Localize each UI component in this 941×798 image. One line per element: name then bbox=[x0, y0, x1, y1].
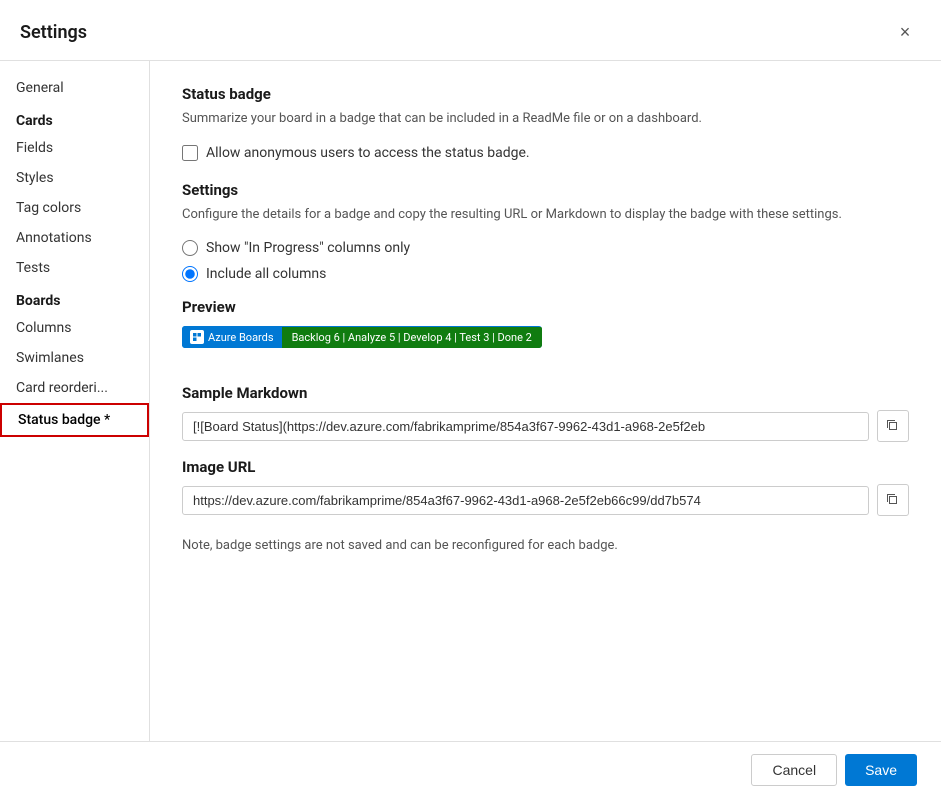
all-columns-radio-label: Include all columns bbox=[206, 266, 326, 282]
status-badge-title: Status badge bbox=[182, 85, 909, 103]
in-progress-radio-label: Show "In Progress" columns only bbox=[206, 240, 410, 256]
in-progress-radio-row: Show "In Progress" columns only bbox=[182, 240, 909, 256]
preview-label: Preview bbox=[182, 298, 909, 316]
anonymous-checkbox-label: Allow anonymous users to access the stat… bbox=[206, 145, 530, 161]
note-text: Note, badge settings are not saved and c… bbox=[182, 536, 909, 556]
sample-markdown-input[interactable] bbox=[182, 412, 869, 441]
sidebar-item-swimlanes[interactable]: Swimlanes bbox=[0, 343, 149, 373]
badge-stats: Backlog 6 | Analyze 5 | Develop 4 | Test… bbox=[282, 327, 542, 348]
sidebar-cards-header: Cards bbox=[0, 103, 149, 133]
sidebar-item-status-badge[interactable]: Status badge * bbox=[0, 403, 149, 437]
settings-section-desc: Configure the details for a badge and co… bbox=[182, 205, 909, 225]
copy-markdown-button[interactable] bbox=[877, 410, 909, 442]
copy-url-button[interactable] bbox=[877, 484, 909, 516]
anonymous-checkbox[interactable] bbox=[182, 145, 198, 161]
cancel-button[interactable]: Cancel bbox=[751, 754, 837, 786]
azure-boards-icon bbox=[190, 330, 204, 344]
preview-badge: Azure Boards Backlog 6 | Analyze 5 | Dev… bbox=[182, 326, 542, 348]
all-columns-radio[interactable] bbox=[182, 266, 198, 282]
sample-markdown-row bbox=[182, 410, 909, 442]
dialog-title: Settings bbox=[20, 22, 87, 43]
image-url-label: Image URL bbox=[182, 458, 909, 476]
sidebar-item-columns[interactable]: Columns bbox=[0, 313, 149, 343]
all-columns-radio-row: Include all columns bbox=[182, 266, 909, 282]
copy-icon bbox=[885, 418, 901, 434]
badge-logo: Azure Boards bbox=[182, 326, 282, 348]
sidebar-item-tag-colors[interactable]: Tag colors bbox=[0, 193, 149, 223]
main-content: Status badge Summarize your board in a b… bbox=[150, 61, 941, 741]
sidebar-item-card-reordering[interactable]: Card reorderi... bbox=[0, 373, 149, 403]
sidebar-item-fields[interactable]: Fields bbox=[0, 133, 149, 163]
sidebar-item-annotations[interactable]: Annotations bbox=[0, 223, 149, 253]
save-button[interactable]: Save bbox=[845, 754, 917, 786]
sidebar: General Cards Fields Styles Tag colors A… bbox=[0, 61, 150, 741]
sidebar-item-tests[interactable]: Tests bbox=[0, 253, 149, 283]
close-button[interactable]: × bbox=[889, 16, 921, 48]
sample-markdown-label: Sample Markdown bbox=[182, 384, 909, 402]
copy-url-icon bbox=[885, 492, 901, 508]
in-progress-radio[interactable] bbox=[182, 240, 198, 256]
status-badge-desc: Summarize your board in a badge that can… bbox=[182, 109, 909, 129]
settings-section-title: Settings bbox=[182, 181, 909, 199]
settings-dialog: Settings × General Cards Fields Styles T… bbox=[0, 0, 941, 798]
dialog-body: General Cards Fields Styles Tag colors A… bbox=[0, 61, 941, 741]
image-url-row bbox=[182, 484, 909, 516]
dialog-footer: Cancel Save bbox=[0, 741, 941, 798]
sidebar-item-styles[interactable]: Styles bbox=[0, 163, 149, 193]
sidebar-item-general[interactable]: General bbox=[0, 73, 149, 103]
sidebar-boards-header: Boards bbox=[0, 283, 149, 313]
dialog-header: Settings × bbox=[0, 0, 941, 61]
badge-name: Azure Boards bbox=[208, 331, 274, 344]
image-url-input[interactable] bbox=[182, 486, 869, 515]
anonymous-access-row: Allow anonymous users to access the stat… bbox=[182, 145, 909, 161]
